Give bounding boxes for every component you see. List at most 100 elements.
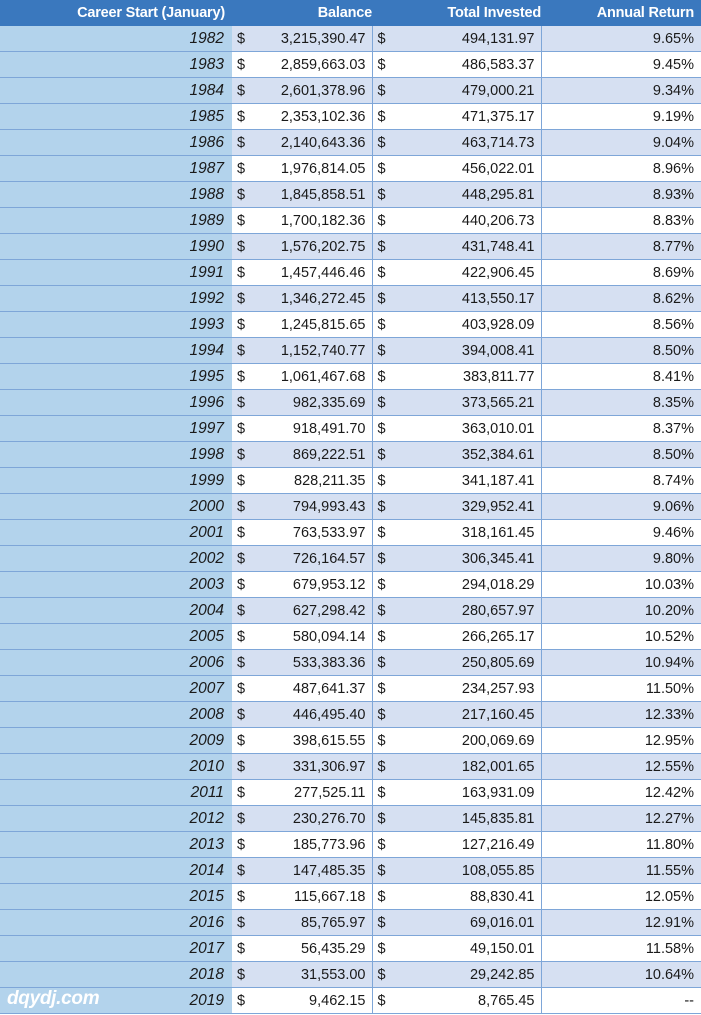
cell-total-invested-value[interactable]: 341,187.41 (399, 467, 541, 494)
cell-annual-return-value[interactable]: 9.34% (540, 77, 701, 104)
cell-balance-value[interactable]: 1,346,272.45 (258, 285, 372, 312)
cell-balance-currency-symbol[interactable]: $ (232, 103, 258, 130)
cell-balance-value[interactable]: 763,533.97 (258, 519, 372, 546)
cell-total-invested-value[interactable]: 471,375.17 (399, 103, 541, 130)
cell-balance-currency-symbol[interactable]: $ (232, 883, 258, 910)
cell-total-invested-value[interactable]: 294,018.29 (399, 571, 541, 598)
cell-balance-value[interactable]: 918,491.70 (258, 415, 372, 442)
table-row[interactable]: 2003 $679,953.12 $294,018.29 10.03% (0, 571, 701, 598)
cell-total-invested-value[interactable]: 250,805.69 (399, 649, 541, 676)
cell-career-start-year[interactable]: 1999 (0, 467, 232, 494)
cell-total-invested-value[interactable]: 49,150.01 (399, 935, 541, 962)
cell-total-invested-value[interactable]: 29,242.85 (399, 961, 541, 988)
cell-annual-return-value[interactable]: 12.55% (540, 753, 701, 780)
table-row[interactable]: 2001 $763,533.97 $318,161.45 9.46% (0, 519, 701, 546)
cell-balance-value[interactable]: 3,215,390.47 (258, 26, 372, 52)
cell-total-invested-currency-symbol[interactable]: $ (371, 389, 399, 416)
table-row[interactable]: 1997 $918,491.70 $363,010.01 8.37% (0, 415, 701, 442)
cell-balance-value[interactable]: 230,276.70 (258, 805, 372, 832)
cell-total-invested-currency-symbol[interactable]: $ (371, 285, 399, 312)
cell-total-invested-value[interactable]: 413,550.17 (399, 285, 541, 312)
cell-total-invested-currency-symbol[interactable]: $ (371, 909, 399, 936)
cell-balance-value[interactable]: 2,353,102.36 (258, 103, 372, 130)
cell-balance-value[interactable]: 794,993.43 (258, 493, 372, 520)
cell-total-invested-currency-symbol[interactable]: $ (371, 467, 399, 494)
cell-balance-value[interactable]: 828,211.35 (258, 467, 372, 494)
cell-total-invested-value[interactable]: 200,069.69 (399, 727, 541, 754)
cell-total-invested-currency-symbol[interactable]: $ (371, 701, 399, 728)
cell-total-invested-value[interactable]: 394,008.41 (399, 337, 541, 364)
cell-total-invested-currency-symbol[interactable]: $ (371, 675, 399, 702)
cell-career-start-year[interactable]: 2014 (0, 857, 232, 884)
cell-career-start-year[interactable]: 1995 (0, 363, 232, 390)
cell-balance-currency-symbol[interactable]: $ (232, 363, 258, 390)
cell-balance-value[interactable]: 1,700,182.36 (258, 207, 372, 234)
cell-balance-value[interactable]: 1,152,740.77 (258, 337, 372, 364)
cell-total-invested-currency-symbol[interactable]: $ (371, 571, 399, 598)
cell-balance-currency-symbol[interactable]: $ (232, 233, 258, 260)
cell-balance-value[interactable]: 1,976,814.05 (258, 155, 372, 182)
cell-balance-currency-symbol[interactable]: $ (232, 961, 258, 988)
cell-career-start-year[interactable]: 1997 (0, 415, 232, 442)
cell-annual-return-value[interactable]: 9.80% (540, 545, 701, 572)
cell-balance-currency-symbol[interactable]: $ (232, 545, 258, 572)
cell-balance-value[interactable]: 627,298.42 (258, 597, 372, 624)
cell-career-start-year[interactable]: 2005 (0, 623, 232, 650)
table-row[interactable]: 2018 $31,553.00 $29,242.85 10.64% (0, 961, 701, 988)
cell-annual-return-value[interactable]: 10.20% (540, 597, 701, 624)
table-row[interactable]: 2006 $533,383.36 $250,805.69 10.94% (0, 649, 701, 676)
cell-total-invested-value[interactable]: 69,016.01 (399, 909, 541, 936)
cell-total-invested-currency-symbol[interactable]: $ (371, 207, 399, 234)
cell-total-invested-value[interactable]: 145,835.81 (399, 805, 541, 832)
cell-annual-return-value[interactable]: 8.50% (540, 337, 701, 364)
cell-career-start-year[interactable]: 1982 (0, 26, 232, 52)
cell-balance-currency-symbol[interactable]: $ (232, 987, 258, 1014)
cell-annual-return-value[interactable]: 11.80% (540, 831, 701, 858)
cell-total-invested-currency-symbol[interactable]: $ (371, 935, 399, 962)
cell-balance-value[interactable]: 2,140,643.36 (258, 129, 372, 156)
cell-career-start-year[interactable]: 2002 (0, 545, 232, 572)
table-row[interactable]: 2007 $487,641.37 $234,257.93 11.50% (0, 675, 701, 702)
cell-total-invested-currency-symbol[interactable]: $ (371, 779, 399, 806)
cell-annual-return-value[interactable]: 8.56% (540, 311, 701, 338)
cell-balance-value[interactable]: 2,601,378.96 (258, 77, 372, 104)
table-row[interactable]: 1999 $828,211.35 $341,187.41 8.74% (0, 467, 701, 494)
cell-total-invested-value[interactable]: 127,216.49 (399, 831, 541, 858)
cell-balance-currency-symbol[interactable]: $ (232, 259, 258, 286)
cell-total-invested-currency-symbol[interactable]: $ (371, 753, 399, 780)
cell-balance-value[interactable]: 487,641.37 (258, 675, 372, 702)
cell-total-invested-currency-symbol[interactable]: $ (371, 623, 399, 650)
cell-total-invested-currency-symbol[interactable]: $ (371, 259, 399, 286)
cell-career-start-year[interactable]: 2004 (0, 597, 232, 624)
cell-annual-return-value[interactable]: 9.46% (540, 519, 701, 546)
cell-balance-currency-symbol[interactable]: $ (232, 779, 258, 806)
cell-total-invested-value[interactable]: 266,265.17 (399, 623, 541, 650)
cell-total-invested-currency-symbol[interactable]: $ (371, 649, 399, 676)
cell-annual-return-value[interactable]: 8.62% (540, 285, 701, 312)
cell-balance-currency-symbol[interactable]: $ (232, 753, 258, 780)
cell-balance-currency-symbol[interactable]: $ (232, 519, 258, 546)
cell-annual-return-value[interactable]: 9.04% (540, 129, 701, 156)
cell-balance-value[interactable]: 331,306.97 (258, 753, 372, 780)
cell-career-start-year[interactable]: 1988 (0, 181, 232, 208)
cell-balance-currency-symbol[interactable]: $ (232, 857, 258, 884)
table-row[interactable]: 2011 $277,525.11 $163,931.09 12.42% (0, 779, 701, 806)
cell-balance-value[interactable]: 1,061,467.68 (258, 363, 372, 390)
table-row[interactable]: 1987 $1,976,814.05 $456,022.01 8.96% (0, 155, 701, 182)
table-row[interactable]: 2004 $627,298.42 $280,657.97 10.20% (0, 597, 701, 624)
cell-total-invested-value[interactable]: 463,714.73 (399, 129, 541, 156)
column-header-career-start[interactable]: Career Start (January) (0, 0, 232, 26)
cell-annual-return-value[interactable]: 10.94% (540, 649, 701, 676)
cell-annual-return-value[interactable]: 8.69% (540, 259, 701, 286)
table-row[interactable]: 1989 $1,700,182.36 $440,206.73 8.83% (0, 207, 701, 234)
cell-balance-value[interactable]: 869,222.51 (258, 441, 372, 468)
table-row[interactable]: 1991 $1,457,446.46 $422,906.45 8.69% (0, 259, 701, 286)
cell-total-invested-value[interactable]: 163,931.09 (399, 779, 541, 806)
cell-balance-value[interactable]: 726,164.57 (258, 545, 372, 572)
cell-total-invested-currency-symbol[interactable]: $ (371, 493, 399, 520)
cell-annual-return-value[interactable]: -- (540, 987, 701, 1014)
table-row[interactable]: 2009 $398,615.55 $200,069.69 12.95% (0, 727, 701, 754)
cell-balance-value[interactable]: 1,845,858.51 (258, 181, 372, 208)
cell-annual-return-value[interactable]: 9.06% (540, 493, 701, 520)
cell-total-invested-currency-symbol[interactable]: $ (371, 415, 399, 442)
